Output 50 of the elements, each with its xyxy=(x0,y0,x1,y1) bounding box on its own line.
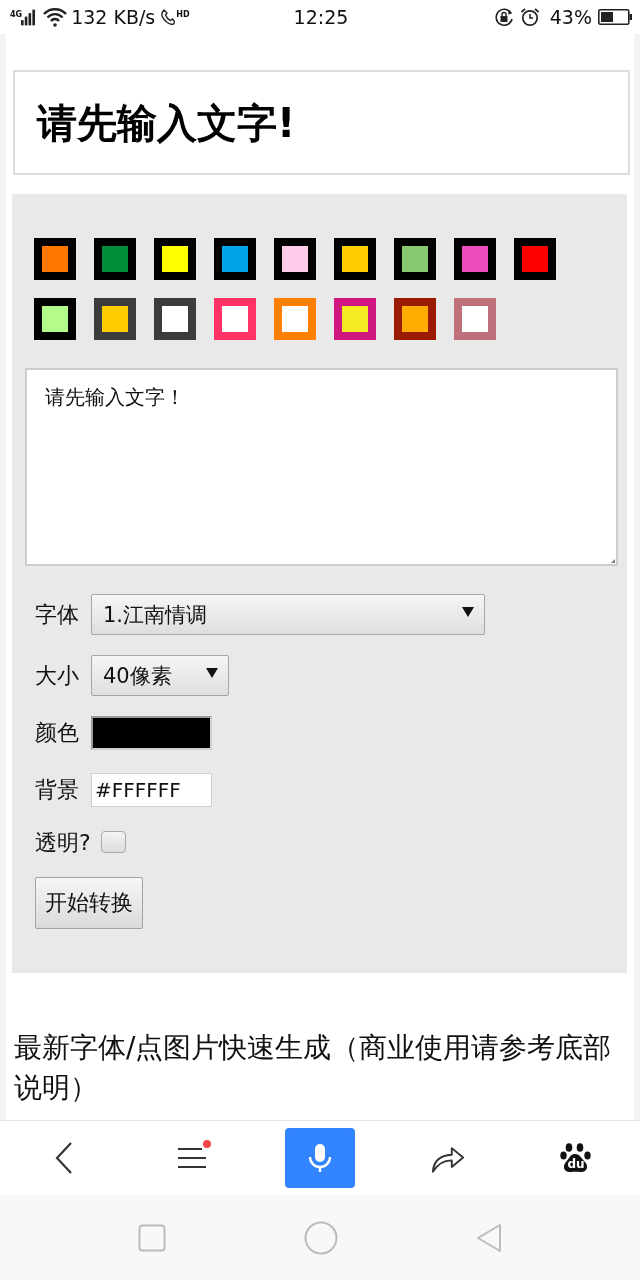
resize-grip-icon[interactable] xyxy=(611,559,615,563)
wifi-icon xyxy=(43,7,68,27)
font-select[interactable]: 1.江南情调 xyxy=(91,594,485,635)
color-picker-field[interactable] xyxy=(91,716,212,750)
transparent-checkbox[interactable] xyxy=(100,831,126,853)
field-label: 字体 xyxy=(35,600,80,629)
color-swatch[interactable] xyxy=(34,298,76,340)
color-swatch[interactable] xyxy=(394,238,436,280)
background-input[interactable]: #FFFFFF xyxy=(91,773,212,807)
preview-text: 请先输入文字! xyxy=(37,98,296,147)
network-type-label: 4G xyxy=(10,10,23,19)
color-swatch[interactable] xyxy=(154,298,196,340)
field-label: 颜色 xyxy=(35,719,80,747)
color-swatch[interactable] xyxy=(94,238,136,280)
color-swatch[interactable] xyxy=(34,238,76,280)
color-swatch[interactable] xyxy=(274,238,316,280)
caret-icon xyxy=(206,667,218,678)
battery-percent: 43% xyxy=(549,6,592,28)
signal-icon xyxy=(21,8,36,26)
text-input-area[interactable]: 请先输入文字！ xyxy=(25,368,618,566)
network-speed: 132 KB/s xyxy=(71,6,156,28)
menu-icon[interactable] xyxy=(178,1147,206,1169)
size-select[interactable]: 40像素 xyxy=(91,655,229,696)
phone-icon xyxy=(161,9,176,25)
color-swatch[interactable] xyxy=(214,238,256,280)
color-swatch[interactable] xyxy=(154,238,196,280)
field-label: 透明? xyxy=(35,829,91,857)
convert-button[interactable]: 开始转换 xyxy=(35,877,143,929)
color-swatch[interactable] xyxy=(394,298,436,340)
color-swatch[interactable] xyxy=(274,298,316,340)
caret-icon xyxy=(462,606,474,617)
microphone-icon xyxy=(308,1143,332,1173)
clock-time: 12:25 xyxy=(293,6,349,28)
color-swatch[interactable] xyxy=(214,298,256,340)
alarm-clock-icon xyxy=(519,7,540,27)
back-icon[interactable] xyxy=(54,1141,74,1175)
battery-icon xyxy=(598,9,632,25)
call-quality-label: HD xyxy=(176,10,190,19)
field-label: 大小 xyxy=(35,661,80,690)
color-swatch[interactable] xyxy=(454,298,496,340)
field-label: 背景 xyxy=(35,776,80,804)
color-swatch[interactable] xyxy=(334,298,376,340)
color-swatch[interactable] xyxy=(334,238,376,280)
color-swatch[interactable] xyxy=(94,298,136,340)
color-swatch[interactable] xyxy=(454,238,496,280)
paw-logo[interactable]: du xyxy=(560,1142,592,1174)
section-title: 最新字体/点图片快速生成（商业使用请参考底部说明） xyxy=(13,1030,613,1106)
color-swatch[interactable] xyxy=(514,238,556,280)
rotation-lock-icon xyxy=(493,7,514,27)
voice-search-button[interactable] xyxy=(285,1128,355,1188)
